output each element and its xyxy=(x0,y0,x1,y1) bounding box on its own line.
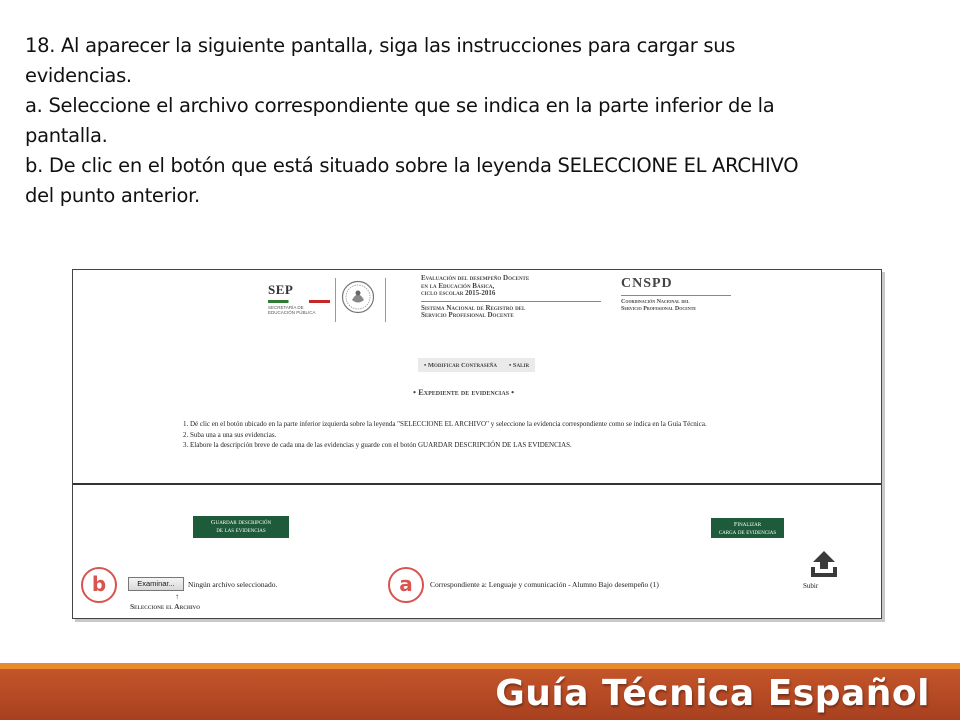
select-file-label: Seleccione el Archivo xyxy=(130,602,201,611)
header-divider xyxy=(385,278,386,322)
button-label: Finalizar xyxy=(733,521,762,528)
footer-title: Guía Técnica Español xyxy=(495,673,930,714)
marker-a: a xyxy=(388,567,424,603)
sep-logo: SEP SECRETARÍA DE EDUCACIÓN PÚBLICA xyxy=(268,282,330,315)
steps-list: 1. Dé clic en el botón ubicado en la par… xyxy=(183,419,707,451)
button-label: carga de evidencias xyxy=(718,528,777,536)
section-divider xyxy=(73,483,881,485)
title-line: Servicio Profesional Docente xyxy=(421,311,514,319)
top-menu: • Modificar Contraseña • Salir xyxy=(418,358,536,372)
menu-logout[interactable]: • Salir xyxy=(503,362,535,369)
cnspd-rule xyxy=(621,295,731,296)
step-item: 1. Dé clic en el botón ubicado en la par… xyxy=(183,420,707,428)
system-title: Evaluación del desempeño Docente en la E… xyxy=(421,274,601,320)
file-status-text: Ningún archivo seleccionado. xyxy=(188,580,278,589)
instructions-text: 18. Al aparecer la siguiente pantalla, s… xyxy=(25,31,925,211)
sep-subtitle: EDUCACIÓN PÚBLICA xyxy=(268,310,316,315)
sep-color-bar xyxy=(268,300,330,303)
section-title: • Expediente de evidencias • xyxy=(413,387,515,397)
instruction-line: b. De clic en el botón que está situado … xyxy=(25,154,799,177)
finish-upload-button[interactable]: Finalizar carga de evidencias xyxy=(711,518,784,538)
screenshot-header: SEP SECRETARÍA DE EDUCACIÓN PÚBLICA Eval… xyxy=(73,270,881,330)
step-item: 2. Suba una a una sus evidencias. xyxy=(183,430,277,439)
title-line: ciclo escolar 2015-2016 xyxy=(421,289,496,297)
step-item: 3. Elabore la descripción breve de cada … xyxy=(183,441,572,449)
save-description-button[interactable]: Guardar descripción de las evidencias xyxy=(193,516,289,538)
upload-icon[interactable] xyxy=(809,549,839,579)
arrow-up-icon: ↑ xyxy=(175,592,179,601)
cnspd-logo: CNSPD Coordinación Nacional del Servicio… xyxy=(621,276,731,312)
browse-file-button[interactable]: Examinar... xyxy=(128,577,184,591)
cnspd-subtitle: Servicio Profesional Docente xyxy=(621,305,697,312)
instruction-line: pantalla. xyxy=(25,124,108,147)
button-label: Guardar descripción xyxy=(210,519,272,526)
title-rule xyxy=(421,300,601,302)
upload-label: Subir xyxy=(803,582,819,590)
instruction-line: del punto anterior. xyxy=(25,184,200,207)
menu-change-password[interactable]: • Modificar Contraseña xyxy=(418,362,503,369)
embedded-screenshot: SEP SECRETARÍA DE EDUCACIÓN PÚBLICA Eval… xyxy=(72,269,882,619)
button-label: de las evidencias xyxy=(216,526,266,534)
cnspd-title: CNSPD xyxy=(621,276,673,291)
marker-b: b xyxy=(81,567,117,603)
sep-title: SEP xyxy=(268,282,294,297)
footer-band: Guía Técnica Español xyxy=(0,669,960,720)
instruction-line: a. Seleccione el archivo correspondiente… xyxy=(25,94,775,117)
header-divider xyxy=(335,278,336,322)
evidence-description: Correspondiente a: Lenguaje y comunicaci… xyxy=(430,580,659,589)
instruction-line: 18. Al aparecer la siguiente pantalla, s… xyxy=(25,34,736,57)
national-seal-icon xyxy=(341,280,375,314)
instruction-line: evidencias. xyxy=(25,64,132,87)
